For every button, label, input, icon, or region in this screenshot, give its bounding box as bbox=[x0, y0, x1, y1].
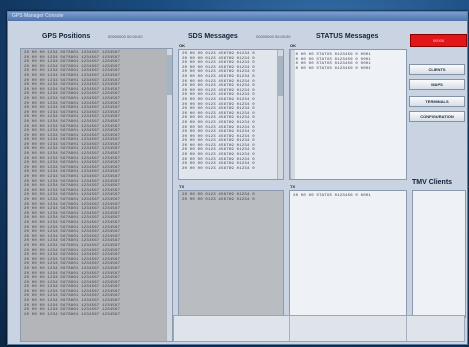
gps-scroll-thumb[interactable] bbox=[167, 55, 172, 95]
status-bar bbox=[173, 315, 465, 342]
gps-rows: 20 00 00 1234 5678901 1234567 1234567 20 … bbox=[21, 49, 172, 317]
status-received-list[interactable]: 20 00 00 STATUS 0123456 0 0001 20 00 00 S… bbox=[289, 49, 407, 180]
window-title: GPS Manager Console bbox=[12, 13, 64, 19]
sds-received-list[interactable]: 20 00 00 0123 456789 01234 0 20 00 00 012… bbox=[178, 49, 284, 180]
gps-scrollbar[interactable] bbox=[166, 49, 172, 341]
stop-button[interactable]: 00000 bbox=[410, 34, 467, 47]
status-rx-scrollbar[interactable] bbox=[290, 50, 295, 179]
status-sent-list[interactable]: 20 00 00 STATUS 0123456 0 0001 bbox=[289, 190, 407, 318]
gps-row[interactable]: 20 00 00 1234 5678901 1234567 1234567 bbox=[21, 313, 172, 318]
sds-messages-header: SDS Messages bbox=[188, 33, 238, 40]
sds-rx-rows: 20 00 00 0123 456789 01234 0 20 00 00 012… bbox=[179, 50, 283, 171]
tmv-clients-header: TMV Clients bbox=[412, 179, 453, 186]
status-messages-header: STATUS Messages bbox=[316, 33, 379, 40]
maps-button[interactable]: MAPS bbox=[409, 79, 465, 90]
status-rx-rows: 20 00 00 STATUS 0123456 0 0001 20 00 00 S… bbox=[290, 50, 406, 71]
gps-positions-header: GPS Positions bbox=[42, 33, 91, 40]
sds-rx-scrollbar[interactable] bbox=[277, 50, 283, 179]
terminals-button[interactable]: TERMINALS bbox=[409, 96, 465, 107]
gps-positions-subheader: 00000000 00:00:00 bbox=[108, 34, 143, 39]
app-window: GPS Manager Console GPS Positions 000000… bbox=[7, 11, 468, 345]
sds-rx-row[interactable]: 20 00 00 0123 456789 01234 0 bbox=[179, 167, 283, 172]
gps-positions-list[interactable]: 20 00 00 1234 5678901 1234567 1234567 20 … bbox=[20, 48, 173, 342]
status-rx-row[interactable]: 20 00 00 STATUS 0123456 0 0001 bbox=[290, 67, 406, 72]
clients-button[interactable]: CLIENTS bbox=[409, 64, 465, 75]
sds-tx-rows: 20 00 00 0123 456789 01234 0 20 00 00 012… bbox=[179, 191, 283, 202]
status-tx-row[interactable]: 20 00 00 STATUS 0123456 0 0001 bbox=[290, 194, 406, 199]
sds-rx-scroll-thumb[interactable] bbox=[278, 56, 283, 96]
sds-messages-subheader: 00000000 00:00:00 bbox=[256, 34, 291, 39]
sds-tx-row[interactable]: 20 00 00 0123 456789 01234 0 bbox=[179, 198, 283, 203]
sds-sent-list[interactable]: 20 00 00 0123 456789 01234 0 20 00 00 012… bbox=[178, 190, 284, 318]
configuration-button[interactable]: CONFIGURATION bbox=[409, 111, 465, 122]
status-bar-divider bbox=[406, 316, 407, 341]
title-bar[interactable]: GPS Manager Console bbox=[8, 12, 467, 21]
status-bar-divider bbox=[289, 316, 290, 341]
status-tx-rows: 20 00 00 STATUS 0123456 0 0001 bbox=[290, 191, 406, 199]
tmv-clients-list[interactable] bbox=[412, 190, 466, 318]
